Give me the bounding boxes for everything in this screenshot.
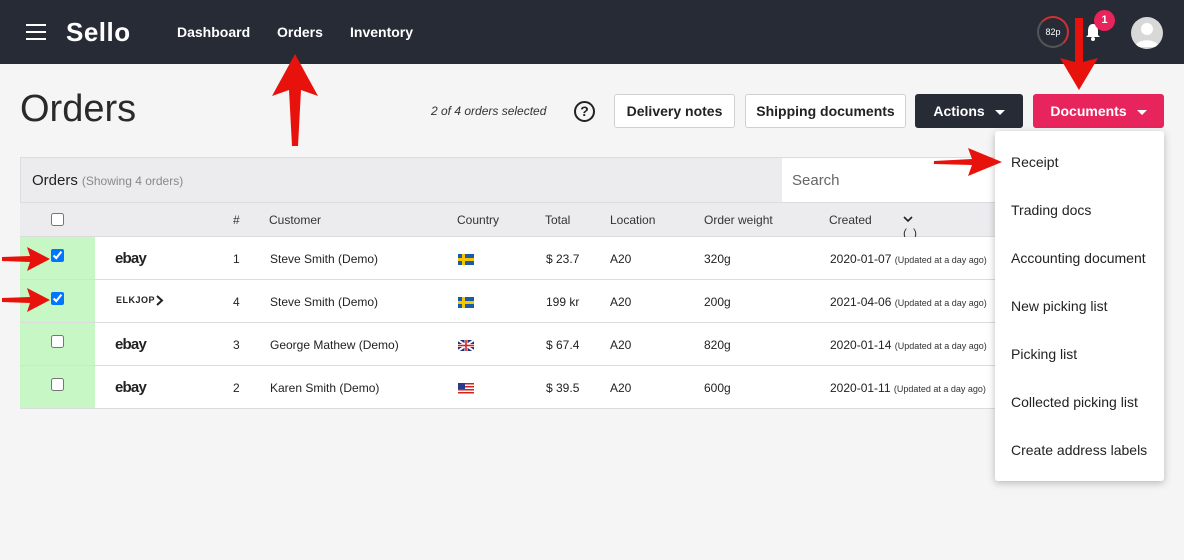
order-weight: 200g bbox=[704, 295, 731, 309]
panel-title: Orders (Showing 4 orders) bbox=[32, 172, 183, 189]
sweden-flag-icon bbox=[458, 297, 474, 308]
customer-name[interactable]: Karen Smith (Demo) bbox=[270, 381, 379, 395]
nav-inventory[interactable]: Inventory bbox=[350, 24, 413, 40]
annotation-arrow-up bbox=[272, 54, 318, 146]
orders-panel-header: Orders (Showing 4 orders) bbox=[20, 157, 1022, 203]
order-weight: 600g bbox=[704, 381, 731, 395]
order-total: $ 67.4 bbox=[546, 338, 580, 352]
col-updated[interactable]: ( Updated ) bbox=[903, 216, 948, 254]
created-date: 2020-01-07 bbox=[830, 252, 892, 266]
updated-note: (Updated at a day ago) bbox=[894, 341, 987, 351]
created-date: 2020-01-11 bbox=[830, 381, 891, 395]
select-all-checkbox[interactable] bbox=[51, 213, 64, 226]
actions-label: Actions bbox=[933, 103, 985, 119]
marketplace-logo-text: ELKJOP bbox=[116, 295, 156, 305]
col-created[interactable]: Created bbox=[829, 213, 872, 227]
documents-button[interactable]: Documents bbox=[1033, 94, 1164, 128]
marketplace-logo: ELKJOP bbox=[116, 295, 164, 306]
col-num[interactable]: # bbox=[233, 213, 240, 227]
updated-note: (Updated at a day ago) bbox=[894, 298, 987, 308]
documents-label: Documents bbox=[1050, 103, 1127, 119]
col-location[interactable]: Location bbox=[610, 213, 655, 227]
order-location: A20 bbox=[610, 338, 632, 352]
marketplace-logo: ebay bbox=[115, 379, 147, 396]
order-number: 2 bbox=[233, 381, 240, 395]
row-checkbox[interactable] bbox=[51, 335, 64, 348]
avatar[interactable] bbox=[1131, 17, 1163, 49]
chevron-right-icon bbox=[156, 295, 164, 306]
customer-name[interactable]: Steve Smith (Demo) bbox=[270, 295, 378, 309]
order-total: 199 kr bbox=[546, 295, 580, 309]
uk-flag-icon bbox=[458, 340, 474, 351]
order-location: A20 bbox=[610, 252, 632, 266]
updated-note: (Updated at a day ago) bbox=[894, 255, 987, 265]
panel-subtitle: (Showing 4 orders) bbox=[81, 174, 184, 188]
us-flag-icon bbox=[458, 383, 474, 394]
selection-count: 2 of 4 orders selected bbox=[431, 104, 547, 118]
actions-button[interactable]: Actions bbox=[915, 94, 1023, 128]
menu-icon[interactable] bbox=[26, 24, 46, 40]
row-checkbox[interactable] bbox=[51, 249, 64, 262]
menu-item-create-address-labels[interactable]: Create address labels bbox=[1011, 442, 1147, 458]
order-created: 2020-01-11 (Updated at a day ago) bbox=[830, 381, 986, 395]
customer-name[interactable]: George Mathew (Demo) bbox=[270, 338, 399, 352]
panel-title-text: Orders bbox=[32, 172, 78, 189]
annotation-arrow-down bbox=[1060, 18, 1098, 90]
top-nav-bar: Sello Dashboard Orders Inventory 82p 1 bbox=[0, 0, 1184, 64]
menu-item-new-picking-list[interactable]: New picking list bbox=[1011, 298, 1107, 314]
chevron-down-icon bbox=[903, 216, 913, 223]
order-weight: 320g bbox=[704, 252, 731, 266]
col-country[interactable]: Country bbox=[457, 213, 499, 227]
delivery-notes-button[interactable]: Delivery notes bbox=[614, 94, 735, 128]
nav-orders[interactable]: Orders bbox=[277, 24, 323, 40]
order-weight: 820g bbox=[704, 338, 731, 352]
order-number: 1 bbox=[233, 252, 240, 266]
order-total: $ 23.7 bbox=[546, 252, 580, 266]
menu-item-picking-list[interactable]: Picking list bbox=[1011, 346, 1077, 362]
table-header: # Customer Country Total Location Order … bbox=[20, 203, 1020, 254]
table-row[interactable]: ebay 3 George Mathew (Demo) $ 67.4 A20 8… bbox=[20, 323, 1020, 366]
order-created: 2020-01-14 (Updated at a day ago) bbox=[830, 338, 987, 352]
menu-item-collected-picking-list[interactable]: Collected picking list bbox=[1011, 394, 1138, 410]
order-number: 3 bbox=[233, 338, 240, 352]
table-row[interactable]: ebay 1 Steve Smith (Demo) $ 23.7 A20 320… bbox=[20, 237, 1020, 280]
row-checkbox[interactable] bbox=[51, 378, 64, 391]
order-total: $ 39.5 bbox=[546, 381, 580, 395]
order-number: 4 bbox=[233, 295, 240, 309]
order-created: 2020-01-07 (Updated at a day ago) bbox=[830, 252, 987, 266]
caret-down-icon bbox=[994, 109, 1005, 115]
annotation-arrow-right bbox=[2, 288, 50, 312]
nav-dashboard[interactable]: Dashboard bbox=[177, 24, 250, 40]
shipping-documents-button[interactable]: Shipping documents bbox=[745, 94, 906, 128]
col-total[interactable]: Total bbox=[545, 213, 570, 227]
annotation-arrow-right bbox=[934, 148, 1002, 176]
page-title: Orders bbox=[20, 88, 137, 130]
col-weight[interactable]: Order weight bbox=[704, 213, 773, 227]
customer-name[interactable]: Steve Smith (Demo) bbox=[270, 252, 378, 266]
table-row[interactable]: ELKJOP 4 Steve Smith (Demo) 199 kr A20 2… bbox=[20, 280, 1020, 323]
menu-item-trading-docs[interactable]: Trading docs bbox=[1011, 202, 1091, 218]
row-checkbox[interactable] bbox=[51, 292, 64, 305]
user-icon bbox=[1135, 23, 1159, 47]
order-location: A20 bbox=[610, 381, 632, 395]
updated-note: (Updated at a day ago) bbox=[893, 384, 986, 394]
menu-item-accounting-document[interactable]: Accounting document bbox=[1011, 250, 1146, 266]
marketplace-logo: ebay bbox=[115, 336, 147, 353]
order-location: A20 bbox=[610, 295, 632, 309]
created-date: 2021-04-06 bbox=[830, 295, 892, 309]
caret-down-icon bbox=[1136, 109, 1147, 115]
marketplace-logo: ebay bbox=[115, 250, 147, 267]
col-customer[interactable]: Customer bbox=[269, 213, 321, 227]
documents-dropdown-menu: Receipt Trading docs Accounting document… bbox=[995, 131, 1164, 481]
annotation-arrow-right bbox=[2, 247, 50, 271]
help-icon[interactable]: ? bbox=[574, 101, 595, 122]
sweden-flag-icon bbox=[458, 254, 474, 265]
table-row[interactable]: ebay 2 Karen Smith (Demo) $ 39.5 A20 600… bbox=[20, 366, 1020, 409]
app-logo[interactable]: Sello bbox=[66, 17, 131, 48]
created-date: 2020-01-14 bbox=[830, 338, 892, 352]
menu-item-receipt[interactable]: Receipt bbox=[1011, 154, 1058, 170]
order-created: 2021-04-06 (Updated at a day ago) bbox=[830, 295, 987, 309]
